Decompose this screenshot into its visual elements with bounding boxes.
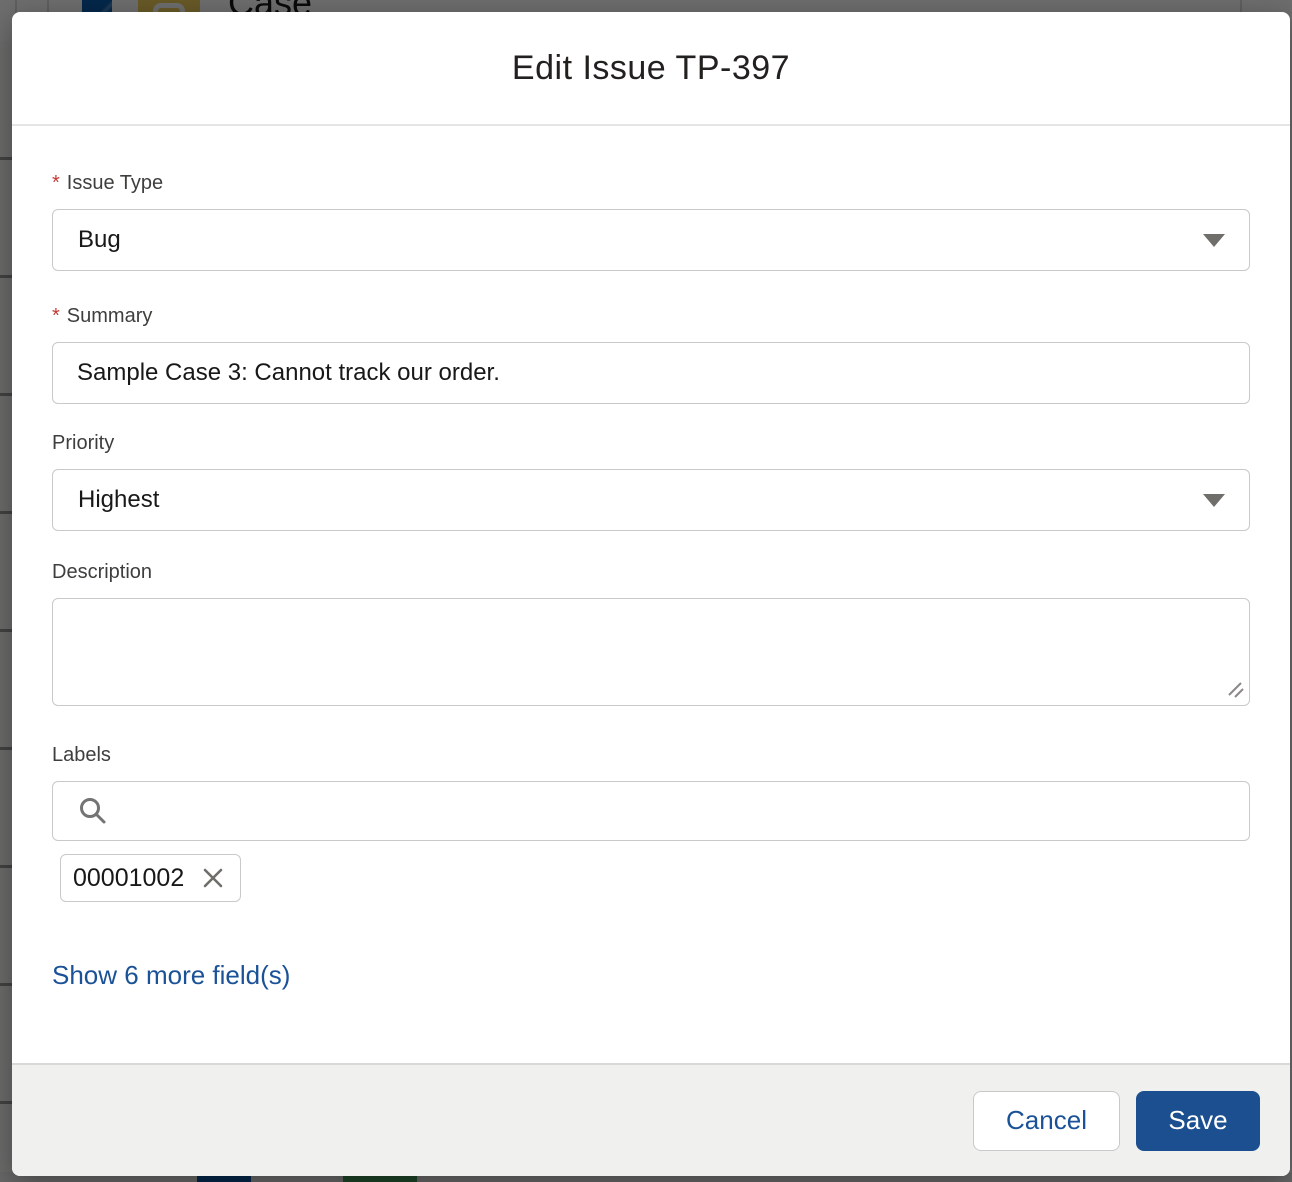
description-textarea[interactable] bbox=[52, 598, 1250, 706]
modal-footer: Cancel Save bbox=[12, 1063, 1290, 1176]
field-summary: * Summary bbox=[52, 303, 1250, 404]
priority-label-text: Priority bbox=[52, 430, 114, 457]
modal-title: Edit Issue TP-397 bbox=[512, 49, 790, 88]
screen: Case Edit Issue TP-397 * Issue Type Bug bbox=[0, 0, 1292, 1182]
field-issue-type: * Issue Type Bug bbox=[52, 170, 1250, 271]
field-description: Description bbox=[52, 559, 1250, 706]
issue-type-value: Bug bbox=[78, 226, 121, 254]
summary-label-text: Summary bbox=[67, 303, 153, 330]
required-asterisk: * bbox=[52, 170, 60, 197]
labels-search-input[interactable] bbox=[52, 781, 1250, 841]
search-icon bbox=[77, 795, 109, 827]
priority-select[interactable]: Highest bbox=[52, 469, 1250, 531]
remove-label-icon[interactable] bbox=[200, 865, 226, 891]
modal-body: * Issue Type Bug * Summary Prior bbox=[12, 126, 1290, 1063]
description-label-text: Description bbox=[52, 559, 152, 586]
chevron-down-icon bbox=[1203, 234, 1225, 247]
description-textarea-wrap bbox=[52, 598, 1250, 706]
chevron-down-icon bbox=[1203, 494, 1225, 507]
label-pill: 00001002 bbox=[60, 854, 241, 902]
issue-type-label: * Issue Type bbox=[52, 170, 1250, 197]
cancel-button[interactable]: Cancel bbox=[973, 1091, 1120, 1151]
label-pill-text: 00001002 bbox=[73, 864, 184, 893]
modal-header: Edit Issue TP-397 bbox=[12, 12, 1290, 126]
summary-label: * Summary bbox=[52, 303, 1250, 330]
required-asterisk: * bbox=[52, 303, 60, 330]
save-button[interactable]: Save bbox=[1136, 1091, 1260, 1151]
description-label: Description bbox=[52, 559, 1250, 586]
summary-input[interactable] bbox=[52, 342, 1250, 404]
issue-type-label-text: Issue Type bbox=[67, 170, 163, 197]
labels-search-box bbox=[52, 781, 1250, 841]
field-priority: Priority Highest bbox=[52, 430, 1250, 531]
edit-issue-modal: Edit Issue TP-397 * Issue Type Bug * Sum… bbox=[12, 12, 1290, 1176]
labels-label: Labels bbox=[52, 742, 1250, 769]
field-labels: Labels 00001002 bbox=[52, 742, 1250, 902]
show-more-fields-link[interactable]: Show 6 more field(s) bbox=[52, 960, 290, 991]
priority-label: Priority bbox=[52, 430, 1250, 457]
priority-value: Highest bbox=[78, 486, 159, 514]
labels-label-text: Labels bbox=[52, 742, 111, 769]
issue-type-select[interactable]: Bug bbox=[52, 209, 1250, 271]
